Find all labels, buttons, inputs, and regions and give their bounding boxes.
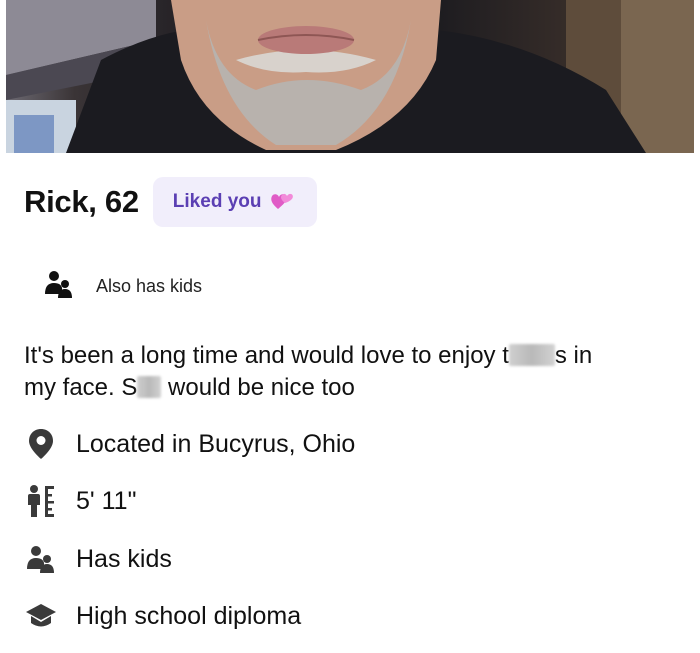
- also-has-kids-row: Also has kids: [44, 270, 202, 303]
- profile-photo[interactable]: [6, 0, 694, 153]
- graduation-cap-icon: [24, 599, 58, 633]
- bio-text: would be nice too: [161, 374, 355, 401]
- also-has-kids-label: Also has kids: [96, 276, 203, 296]
- kids-icon: [24, 542, 58, 576]
- name-row: Rick, 62 Liked you: [24, 177, 318, 227]
- detail-text: Has kids: [76, 544, 172, 573]
- detail-location: Located in Bucyrus, Ohio: [24, 427, 355, 461]
- detail-height: 5' 11": [24, 484, 136, 518]
- kids-icon: [44, 270, 74, 303]
- location-pin-icon: [24, 427, 58, 461]
- bio-text: s in: [554, 342, 593, 369]
- detail-text: Located in Bucyrus, Ohio: [76, 429, 356, 458]
- hearts-icon: [269, 189, 295, 216]
- liked-you-label: Liked you: [172, 191, 262, 212]
- bio-text: my face. S: [24, 374, 138, 401]
- detail-kids: Has kids: [24, 542, 172, 576]
- censored-text: [137, 376, 162, 398]
- profile-bio: It's been a long time and would love to …: [24, 340, 684, 404]
- censored-text: [508, 344, 555, 366]
- detail-text: High school diploma: [76, 601, 302, 630]
- bio-text: It's been a long time and would love to …: [24, 342, 509, 369]
- liked-you-badge: Liked you: [152, 177, 318, 227]
- profile-name-age: Rick, 62: [24, 184, 139, 219]
- detail-text: 5' 11": [76, 486, 137, 515]
- detail-education: High school diploma: [24, 599, 301, 633]
- height-icon: [24, 484, 58, 518]
